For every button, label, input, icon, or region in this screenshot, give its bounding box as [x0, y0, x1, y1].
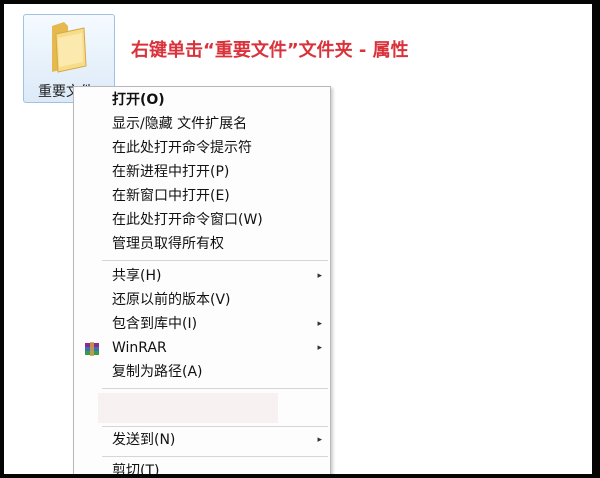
- menu-item-label: 发送到(N): [112, 432, 176, 448]
- submenu-arrow-icon: ▸: [317, 271, 322, 281]
- instruction-headline: 右键单击“重要文件”文件夹 - 属性: [131, 40, 409, 61]
- menu-item-open-command-prompt-here[interactable]: 在此处打开命令提示符: [74, 137, 330, 160]
- menu-item-open-new-process[interactable]: 在新进程中打开(P): [74, 161, 330, 184]
- menu-separator: [102, 426, 328, 427]
- folder-icon: [52, 22, 87, 73]
- desktop: 重要文件 右键单击“重要文件”文件夹 - 属性 打开(O) 显示/隐藏 文件扩展…: [4, 4, 592, 474]
- menu-item-include-in-library[interactable]: 包含到库中(I) ▸: [74, 313, 330, 336]
- menu-item-open-command-window-here[interactable]: 在此处打开命令窗口(W): [74, 209, 330, 232]
- menu-blank-area: [98, 393, 278, 423]
- menu-item-toggle-extension[interactable]: 显示/隐藏 文件扩展名: [74, 113, 330, 136]
- menu-item-share[interactable]: 共享(H) ▸: [74, 265, 330, 288]
- menu-item-label: WinRAR: [112, 340, 167, 356]
- menu-item-label: 共享(H): [112, 268, 162, 284]
- menu-item-open-new-window[interactable]: 在新窗口中打开(E): [74, 185, 330, 208]
- submenu-arrow-icon: ▸: [317, 343, 322, 353]
- submenu-arrow-icon: ▸: [317, 319, 322, 329]
- menu-item-take-ownership[interactable]: 管理员取得所有权: [74, 233, 330, 256]
- menu-item-restore-previous-versions[interactable]: 还原以前的版本(V): [74, 289, 330, 312]
- submenu-arrow-icon: ▸: [317, 435, 322, 445]
- menu-item-open[interactable]: 打开(O): [74, 89, 330, 112]
- menu-separator: [102, 260, 328, 261]
- menu-item-label: 包含到库中(I): [112, 316, 198, 332]
- menu-separator: [102, 456, 328, 457]
- menu-item-winrar[interactable]: WinRAR ▸: [74, 337, 330, 360]
- context-menu: 打开(O) 显示/隐藏 文件扩展名 在此处打开命令提示符 在新进程中打开(P) …: [73, 86, 331, 474]
- winrar-icon: [85, 342, 99, 356]
- menu-item-copy-as-path[interactable]: 复制为路径(A): [74, 361, 330, 384]
- menu-separator: [102, 388, 328, 389]
- menu-item-send-to[interactable]: 发送到(N) ▸: [74, 429, 330, 452]
- menu-item-cut[interactable]: 剪切(T): [74, 460, 330, 474]
